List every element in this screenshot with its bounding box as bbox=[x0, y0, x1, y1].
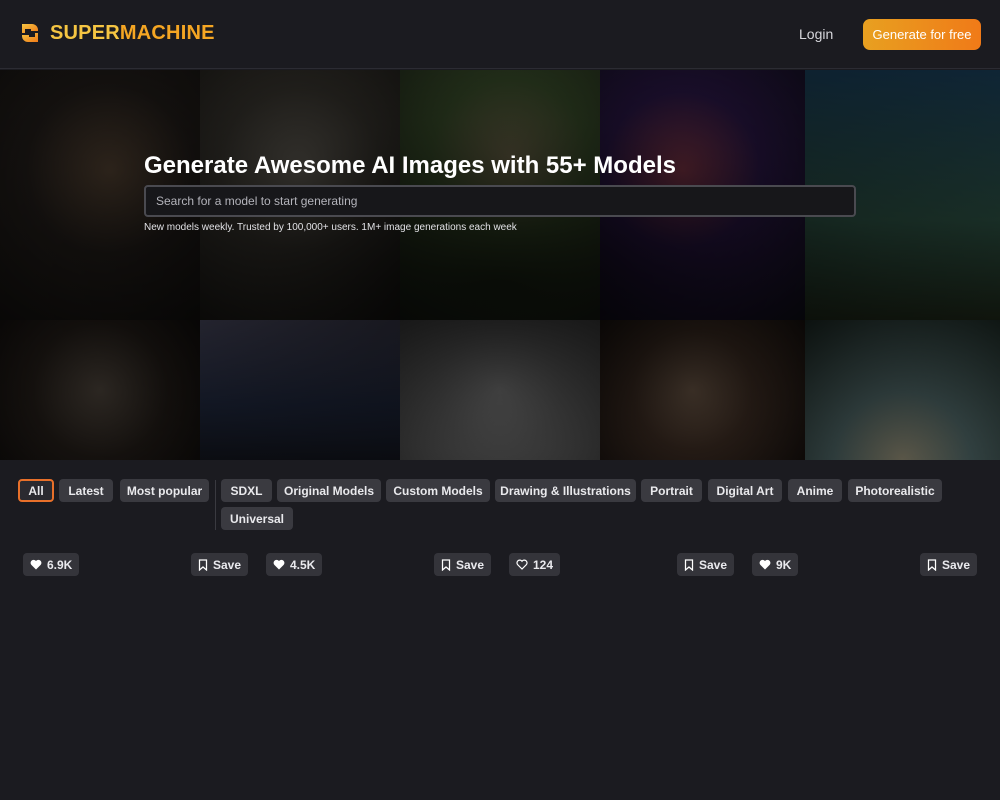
brand-name-part1: SUPER bbox=[50, 21, 120, 44]
save-label: Save bbox=[213, 557, 242, 572]
save-label: Save bbox=[942, 557, 971, 572]
hero-dim-overlay bbox=[0, 70, 1000, 460]
bookmark-icon bbox=[927, 558, 937, 571]
save-button[interactable]: Save bbox=[677, 553, 735, 576]
brand-logo[interactable]: SUPERMACHINE bbox=[18, 21, 215, 45]
hero-subtitle: New models weekly. Trusted by 100,000+ u… bbox=[144, 222, 517, 233]
supermachine-logo-icon bbox=[22, 24, 38, 42]
login-link[interactable]: Login bbox=[799, 26, 833, 42]
brand-name: SUPERMACHINE bbox=[50, 22, 215, 45]
filter-chip-anime[interactable]: Anime bbox=[788, 479, 842, 502]
filter-chip-photorealistic[interactable]: Photorealistic bbox=[848, 479, 942, 502]
like-count: 124 bbox=[533, 557, 554, 572]
filter-chip-portrait[interactable]: Portrait bbox=[641, 479, 702, 502]
like-count: 6.9K bbox=[47, 557, 73, 572]
filter-chip-drawing-illustrations[interactable]: Drawing & Illustrations bbox=[495, 479, 636, 502]
brand-name-part2: MACHINE bbox=[119, 21, 215, 44]
filter-chip-latest[interactable]: Latest bbox=[59, 479, 113, 502]
filter-chip-digital-art[interactable]: Digital Art bbox=[708, 479, 782, 502]
like-button[interactable]: 9K bbox=[752, 553, 799, 576]
heart-icon bbox=[30, 559, 42, 570]
save-button[interactable]: Save bbox=[920, 553, 978, 576]
model-search-input[interactable] bbox=[144, 185, 856, 217]
save-label: Save bbox=[699, 557, 728, 572]
bookmark-icon bbox=[684, 558, 694, 571]
hero-banner bbox=[0, 70, 1000, 460]
top-navbar: SUPERMACHINE Login Generate for free bbox=[0, 0, 1000, 69]
filter-divider bbox=[215, 480, 216, 530]
filter-chip-sdxl[interactable]: SDXL bbox=[221, 479, 272, 502]
bookmark-icon bbox=[198, 558, 208, 571]
like-count: 9K bbox=[776, 557, 792, 572]
bookmark-icon bbox=[441, 558, 451, 571]
save-button[interactable]: Save bbox=[434, 553, 492, 576]
filter-chip-universal[interactable]: Universal bbox=[221, 507, 293, 530]
hero-title: Generate Awesome AI Images with 55+ Mode… bbox=[144, 152, 676, 179]
like-button[interactable]: 6.9K bbox=[23, 553, 80, 576]
like-button[interactable]: 4.5K bbox=[266, 553, 323, 576]
filter-chip-custom-models[interactable]: Custom Models bbox=[386, 479, 490, 502]
filter-chip-all[interactable]: All bbox=[18, 479, 54, 502]
generate-for-free-button[interactable]: Generate for free bbox=[863, 19, 981, 50]
filter-chip-most-popular[interactable]: Most popular bbox=[120, 479, 209, 502]
heart-icon bbox=[759, 559, 771, 570]
save-button[interactable]: Save bbox=[191, 553, 249, 576]
heart-icon bbox=[273, 559, 285, 570]
like-count: 4.5K bbox=[290, 557, 316, 572]
filter-chip-original-models[interactable]: Original Models bbox=[277, 479, 381, 502]
save-label: Save bbox=[456, 557, 485, 572]
like-button[interactable]: 124 bbox=[509, 553, 561, 576]
heart-outline-icon bbox=[516, 559, 528, 570]
